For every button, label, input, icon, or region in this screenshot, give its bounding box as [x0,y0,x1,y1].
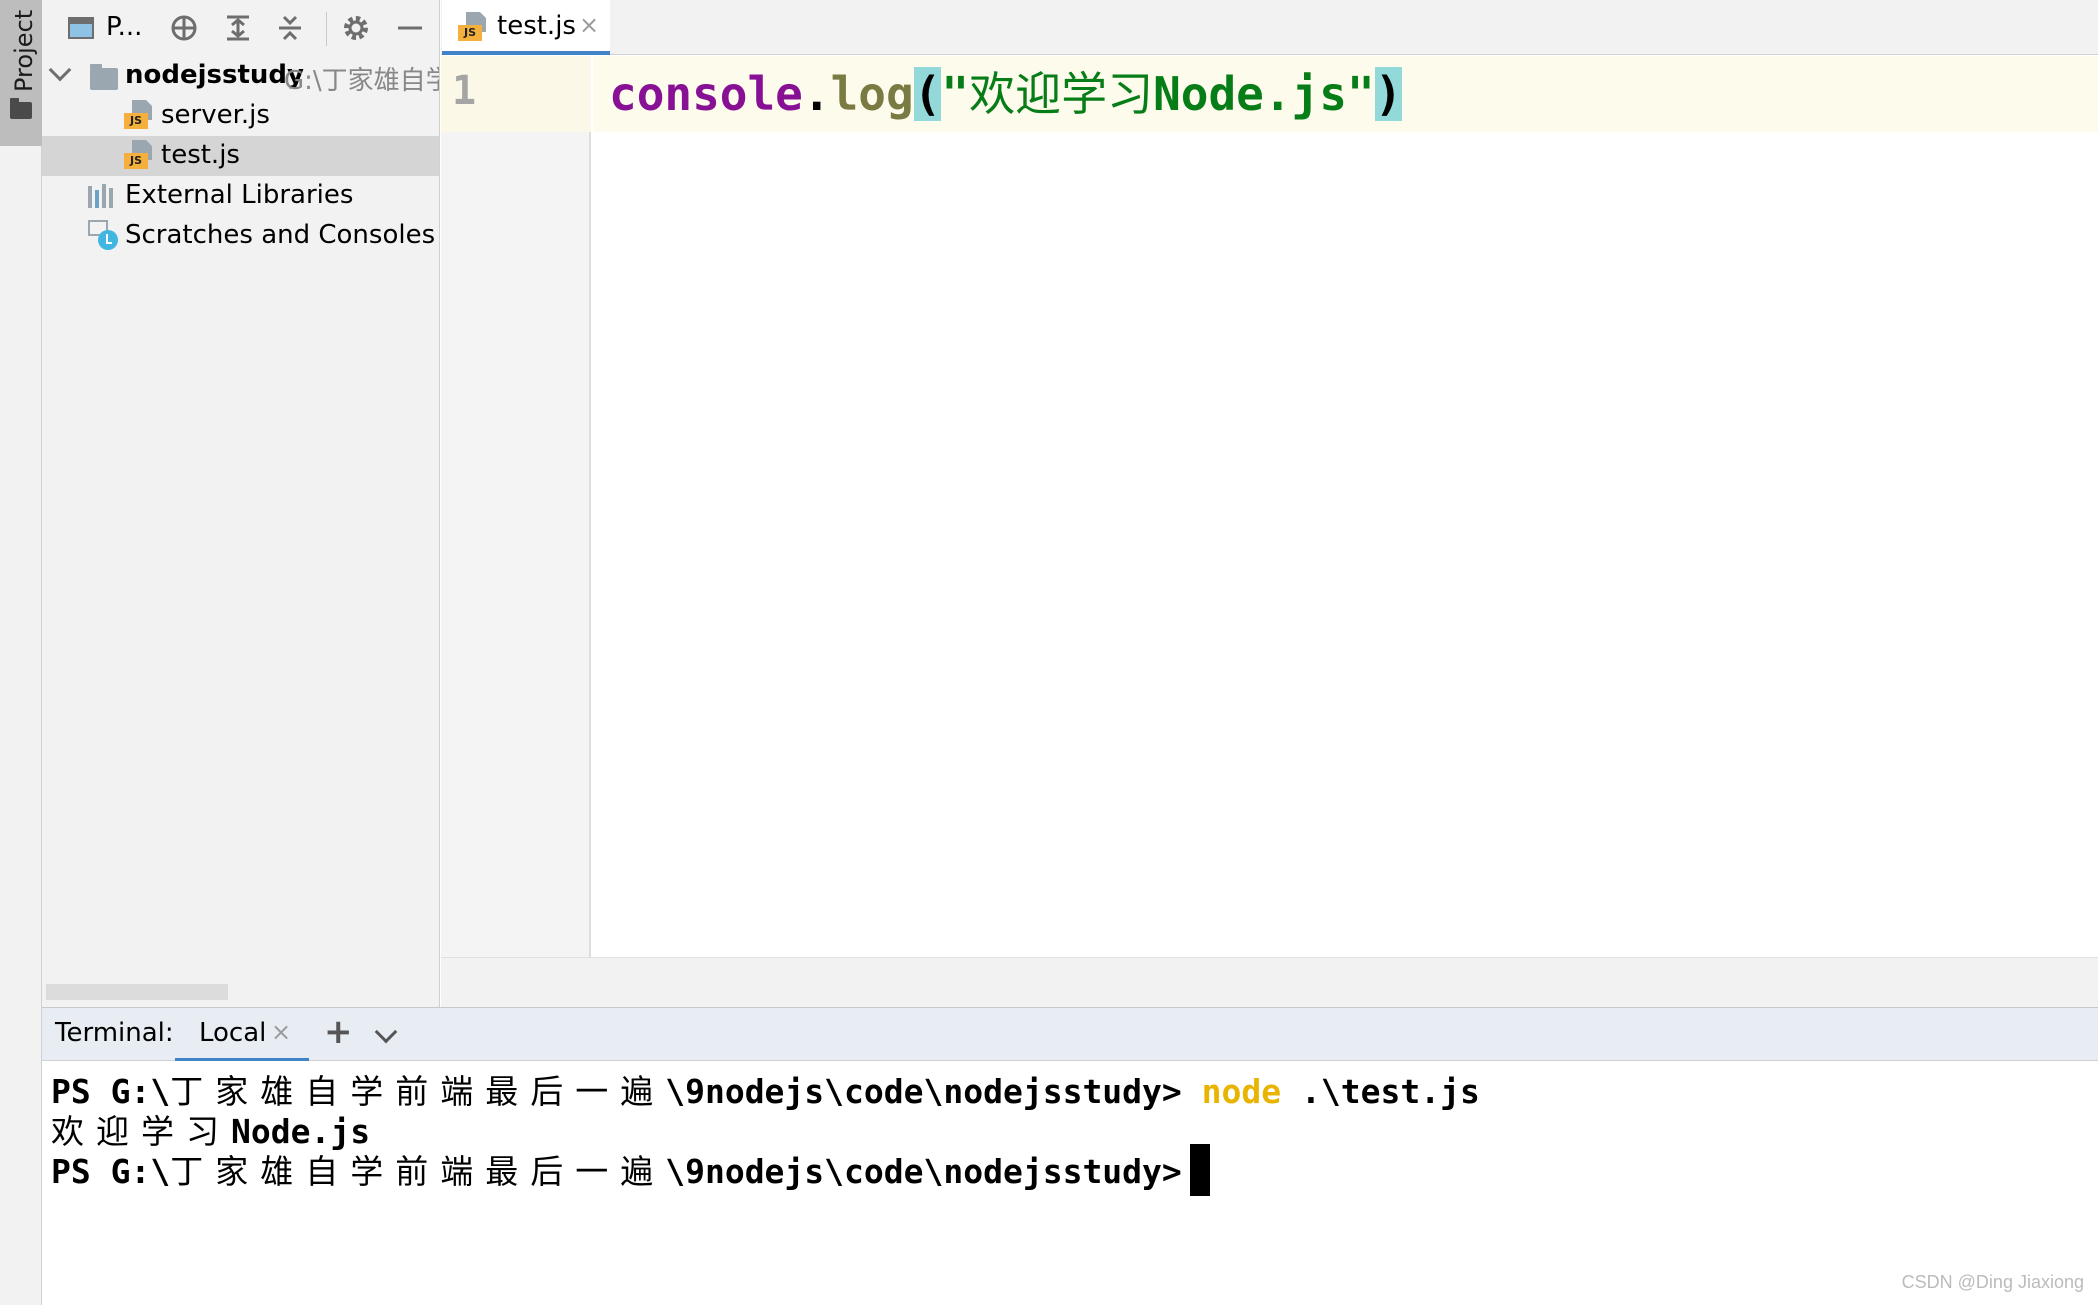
toolbar-separator [326,12,327,46]
prompt-path: \9nodejs\code\nodejsstudy> [665,1072,1182,1111]
folder-icon [10,98,32,119]
terminal-output[interactable]: PS G:\丁家雄自学前端最后一遍\9nodejs\code\nodejsstu… [42,1061,2098,1305]
tree-item-server-js[interactable]: JS server.js [42,96,439,136]
code-token-close-paren: ) [1374,67,1403,121]
code-token-object: console [609,67,803,121]
prompt-path: \9nodejs\code\nodejsstudy> [665,1152,1182,1191]
scratches-icon [88,220,120,252]
locate-icon[interactable] [168,12,200,44]
project-view-icon[interactable] [68,17,94,39]
project-view-selector[interactable]: P... [106,12,142,42]
tab-test-js[interactable]: JS test.js × [442,0,610,55]
terminal-cursor [1189,1143,1210,1196]
code-token-open-paren: ( [913,67,942,121]
project-panel: P... nodejsstudy G:\丁家雄自学 JS server.js J… [42,0,440,1007]
chevron-down-icon[interactable] [374,1020,398,1044]
tree-item-nodejsstudy[interactable]: nodejsstudy G:\丁家雄自学 [42,56,439,96]
code-token-quote: " [941,67,970,121]
prompt-path-cjk: 丁家雄自学前端最后一遍 [170,1152,666,1191]
tree-root-path: G:\丁家雄自学 [284,66,439,96]
javascript-file-icon: JS [124,140,154,170]
gear-icon[interactable] [340,12,372,44]
project-stripe-label: Project [10,9,38,92]
code-line-1[interactable]: console.log("欢迎学习Node.js") [609,64,1403,124]
watermark: CSDN @Ding Jiaxiong [1901,1272,2084,1292]
close-icon[interactable]: × [271,1018,291,1046]
expand-all-icon[interactable] [222,12,254,44]
code-token-method: log [830,67,914,121]
close-icon[interactable]: × [579,11,599,39]
tree-file-label: test.js [161,140,240,170]
terminal-line-prompt: PS G:\丁家雄自学前端最后一遍\9nodejs\code\nodejsstu… [51,1143,1210,1200]
terminal-tab-local[interactable]: Local × [175,1008,309,1062]
tree-item-label: Scratches and Consoles [125,220,436,250]
terminal-tab-label: Local [199,1018,267,1048]
code-token-dot: . [802,67,831,121]
project-toolbar: P... [42,0,440,56]
minimize-icon[interactable] [394,12,426,44]
project-tool-window-button[interactable]: Project [0,0,42,146]
code-editor[interactable] [593,56,2098,957]
tab-label: test.js [497,11,576,41]
tree-item-external-libraries[interactable]: External Libraries [42,176,439,216]
editor-gutter [441,56,591,957]
new-terminal-button[interactable]: + [324,1012,353,1052]
terminal-title: Terminal: [55,1018,174,1048]
folder-icon [90,64,118,90]
code-token-string-cjk: 欢迎学习 [969,67,1154,121]
terminal-header: Terminal: Local × + [42,1007,2098,1062]
line-number: 1 [452,68,477,114]
javascript-file-icon: JS [458,12,488,42]
code-token-quote: " [1346,67,1375,121]
tree-item-scratches[interactable]: Scratches and Consoles [42,216,439,256]
chevron-down-icon[interactable] [48,58,72,82]
editor-tab-bar: JS test.js × [441,0,2098,55]
tree-item-test-js[interactable]: JS test.js [42,136,439,176]
tree-root-label: nodejsstudy [125,60,304,90]
tool-window-stripe: Project [0,0,42,1305]
terminal-command: node [1201,1072,1282,1111]
terminal-argument: .\test.js [1301,1072,1480,1111]
library-icon [88,182,118,208]
editor-bottom-bar [441,957,2098,1007]
prompt-prefix: PS G:\ [51,1152,171,1191]
tree-file-label: server.js [161,100,270,130]
javascript-file-icon: JS [124,100,154,130]
collapse-all-icon[interactable] [274,12,306,44]
code-token-string: Node.js [1153,67,1347,121]
tree-item-label: External Libraries [125,180,354,210]
project-tree-horizontal-scrollbar[interactable] [46,984,228,1000]
